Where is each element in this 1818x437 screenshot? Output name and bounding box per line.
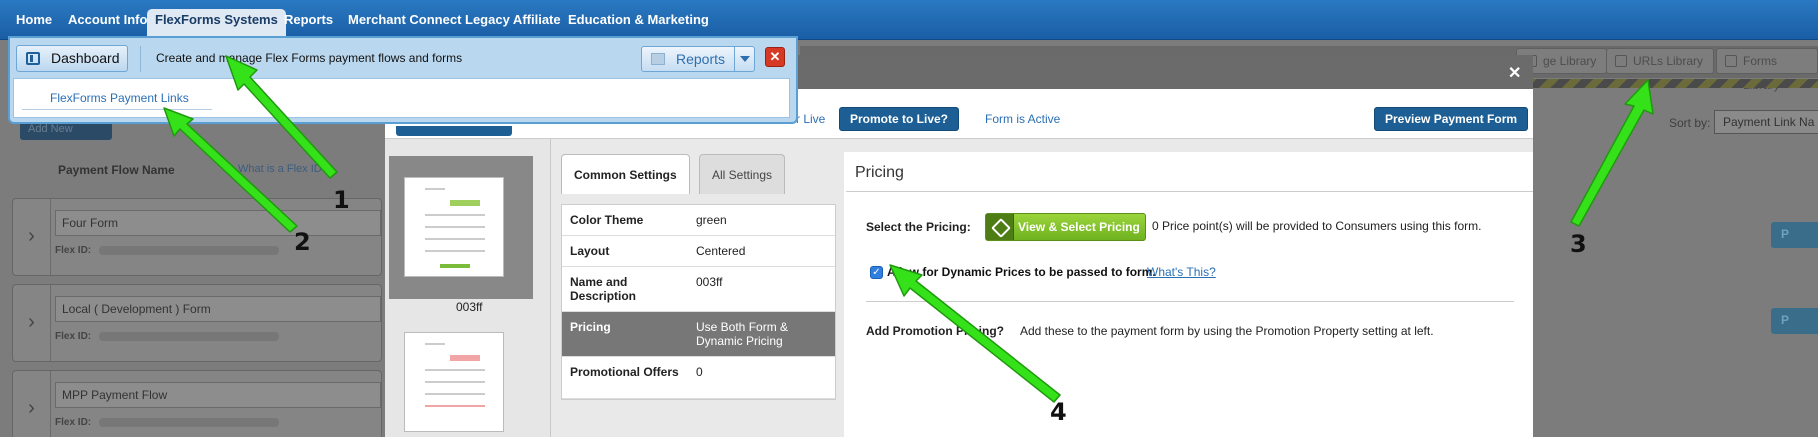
promotion-pricing-label: Add Promotion Pricing? — [866, 324, 1004, 338]
flex-id-redacted — [99, 246, 279, 255]
dropdown-divider — [140, 46, 141, 72]
pricing-separator — [866, 301, 1514, 302]
flexforms-payment-links-link[interactable]: FlexForms Payment Links — [50, 91, 189, 105]
sort-label: Sort by: — [1669, 116, 1711, 130]
pricing-title: Pricing — [855, 164, 904, 181]
modal-close-icon[interactable]: ✕ — [1508, 63, 1521, 83]
image-library-label: ge Library — [1543, 54, 1597, 68]
setting-row-promotional-offers[interactable]: Promotional Offers 0 — [562, 357, 835, 399]
dynamic-prices-label: Allow for Dynamic Prices to be passed to… — [887, 265, 1156, 279]
setting-row-layout[interactable]: Layout Centered — [562, 236, 835, 267]
tag-icon — [986, 214, 1014, 240]
form-thumbnail[interactable] — [404, 177, 504, 277]
flex-id-label: Flex ID: — [55, 417, 92, 428]
setting-row-name-description[interactable]: Name and Description 003ff — [562, 267, 835, 312]
setting-value: green — [696, 213, 727, 227]
whats-this-link[interactable]: What's This? — [1147, 265, 1216, 279]
reports-icon — [651, 53, 665, 65]
setting-value: Use Both Form & Dynamic Pricing — [696, 320, 789, 348]
chevron-right-icon[interactable]: › — [13, 285, 51, 361]
setting-value: Centered — [696, 244, 746, 258]
annotation-number: 2 — [294, 228, 311, 256]
settings-table: Color Theme green Layout Centered Name a… — [561, 204, 836, 400]
view-select-pricing-label: View & Select Pricing — [1018, 220, 1140, 234]
setting-value: 0 — [696, 365, 703, 379]
pricing-panel — [844, 152, 1533, 437]
row-action-button[interactable]: P — [1771, 308, 1818, 334]
chevron-down-icon[interactable] — [734, 47, 754, 71]
price-points-note: 0 Price point(s) will be provided to Con… — [1152, 219, 1482, 233]
forms-library-button[interactable]: Forms Library — [1716, 48, 1818, 92]
flow-name-field[interactable]: MPP Payment Flow — [55, 382, 381, 408]
flow-name-field[interactable]: Local ( Development ) Form — [55, 296, 381, 322]
promote-to-live-button[interactable]: Promote to Live? — [839, 107, 960, 131]
annotation-number: 1 — [333, 186, 350, 214]
tab-common-settings[interactable]: Common Settings — [561, 154, 690, 194]
view-select-pricing-button[interactable]: View & Select Pricing — [985, 213, 1146, 241]
flow-row[interactable]: › MPP Payment Flow Flex ID: — [12, 370, 382, 437]
modal-left-button[interactable] — [396, 126, 512, 136]
setting-value: 003ff — [696, 275, 723, 289]
urls-library-button[interactable]: URLs Library — [1606, 48, 1715, 74]
promotion-pricing-note: Add these to the payment form by using t… — [1020, 324, 1434, 338]
pricing-divider — [846, 191, 1533, 192]
dropdown-close-icon[interactable]: ✕ — [765, 47, 785, 67]
flex-id-label: Flex ID: — [55, 245, 92, 256]
annotation-number: 3 — [1570, 230, 1587, 258]
dashboard-icon — [26, 52, 40, 65]
setting-key: Promotional Offers — [570, 365, 679, 379]
flex-id-label: Flex ID: — [55, 331, 92, 342]
tab-all-settings[interactable]: All Settings — [699, 154, 786, 194]
flex-id-redacted — [99, 418, 279, 427]
setting-key: Layout — [570, 244, 610, 258]
form-icon — [1725, 55, 1737, 67]
row-action-button[interactable]: P — [1771, 222, 1818, 248]
chevron-right-icon[interactable]: › — [13, 371, 51, 437]
dynamic-prices-checkbox[interactable]: ✓ — [870, 266, 883, 279]
whatis-flex-id-link[interactable]: What is a Flex ID — [238, 163, 322, 175]
setting-key: Pricing — [570, 320, 611, 334]
form-thumbnail[interactable] — [404, 332, 504, 432]
form-status: Form is Active — [985, 112, 1061, 126]
flex-id-redacted — [99, 332, 279, 341]
setting-row-color-theme[interactable]: Color Theme green — [562, 205, 835, 236]
link-underline — [22, 109, 212, 110]
flow-row[interactable]: › Four Form Flex ID: — [12, 198, 382, 276]
column-header-payment-flow-name: Payment Flow Name — [58, 163, 175, 177]
thumbnail-label: 003ff — [456, 300, 483, 314]
preview-payment-form-button[interactable]: Preview Payment Form — [1374, 107, 1529, 131]
link-icon — [1615, 55, 1627, 67]
flow-row[interactable]: › Local ( Development ) Form Flex ID: — [12, 284, 382, 362]
dashboard-label: Dashboard — [51, 50, 120, 66]
annotation-number: 4 — [1050, 398, 1067, 426]
chevron-right-icon[interactable]: › — [13, 199, 51, 275]
sort-select[interactable]: Payment Link Na — [1714, 110, 1818, 134]
urls-library-label: URLs Library — [1633, 54, 1704, 68]
setting-key: Color Theme — [570, 213, 644, 227]
dashboard-button[interactable]: Dashboard — [16, 45, 128, 72]
top-nav: Home Account Info FlexForms Systems Repo… — [0, 0, 1818, 40]
setting-key: Name and Description — [570, 275, 637, 303]
setting-row-pricing[interactable]: Pricing Use Both Form & Dynamic Pricing — [562, 312, 835, 357]
dropdown-description: Create and manage Flex Forms payment flo… — [156, 51, 463, 65]
reports-dropdown-button[interactable]: Reports — [641, 46, 755, 72]
reports-label: Reports — [676, 51, 726, 67]
select-pricing-label: Select the Pricing: — [866, 220, 971, 234]
